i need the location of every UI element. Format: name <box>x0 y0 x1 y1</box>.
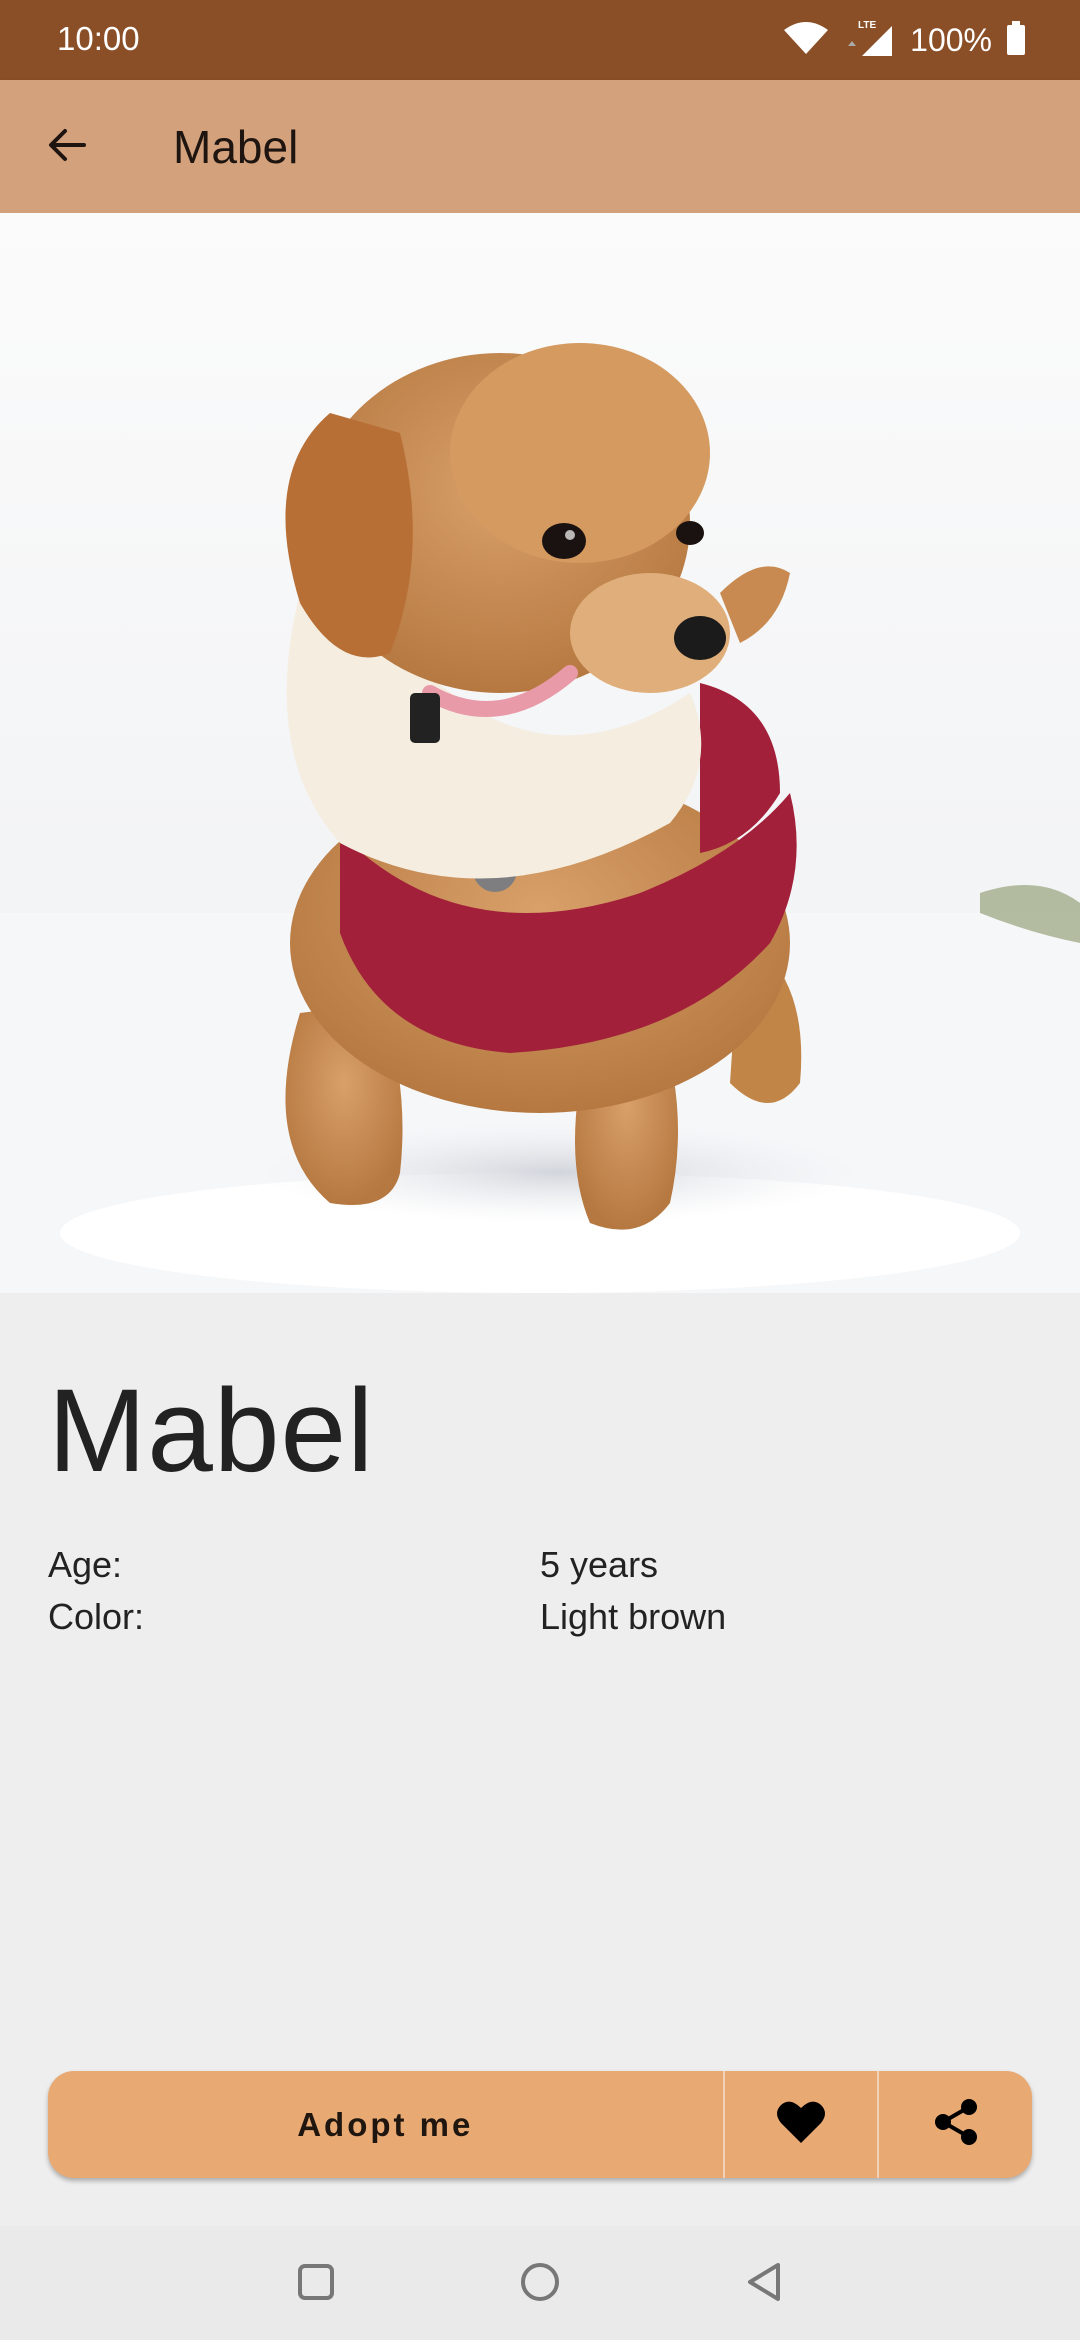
arrow-left-icon <box>47 125 87 170</box>
home-circle-icon <box>519 2261 561 2308</box>
battery-percentage: 100% <box>910 22 992 58</box>
pet-name-heading: Mabel <box>48 1365 375 1497</box>
app-bar: Mabel <box>0 80 1080 213</box>
color-value: Light brown <box>540 1596 727 1637</box>
back-triangle-icon <box>744 2261 784 2308</box>
recents-square-icon <box>296 2262 336 2307</box>
app-bar-title: Mabel <box>173 121 299 173</box>
action-button-group: Adopt me <box>48 2071 1032 2178</box>
battery-icon <box>1006 21 1026 60</box>
status-icons: LTE 100% <box>782 18 1026 63</box>
status-time: 10:00 <box>57 20 140 57</box>
status-bar: 10:00 LTE 100% <box>0 0 1080 80</box>
favorite-button[interactable] <box>722 2071 878 2178</box>
share-button[interactable] <box>877 2071 1032 2178</box>
recents-button[interactable] <box>286 2254 346 2314</box>
share-icon <box>931 2097 981 2152</box>
system-back-button[interactable] <box>734 2254 794 2314</box>
adopt-me-button[interactable]: Adopt me <box>48 2071 723 2178</box>
heart-icon <box>776 2099 826 2150</box>
home-button[interactable] <box>510 2254 570 2314</box>
back-button[interactable] <box>38 118 96 176</box>
age-value: 5 years <box>540 1544 659 1585</box>
age-label: Age: <box>48 1544 123 1585</box>
pet-photo <box>0 213 1080 1293</box>
cellular-signal-icon: LTE <box>844 18 896 63</box>
system-navigation-bar <box>0 2226 1080 2340</box>
wifi-icon <box>782 20 830 61</box>
network-type-label: LTE <box>858 20 876 31</box>
color-label: Color: <box>48 1596 145 1637</box>
